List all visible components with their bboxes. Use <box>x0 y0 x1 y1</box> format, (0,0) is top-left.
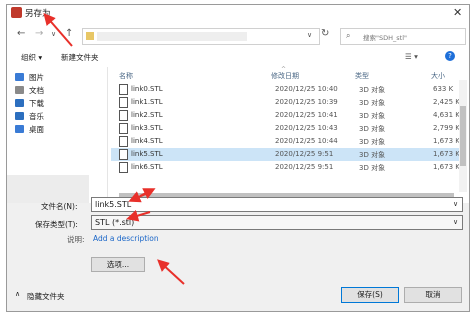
arrow-to-options <box>157 259 185 285</box>
annotation-arrows <box>43 12 185 285</box>
arrow-to-selected-row <box>139 188 156 199</box>
arrow-to-title <box>43 12 73 47</box>
arrow-to-filetype <box>126 209 151 222</box>
